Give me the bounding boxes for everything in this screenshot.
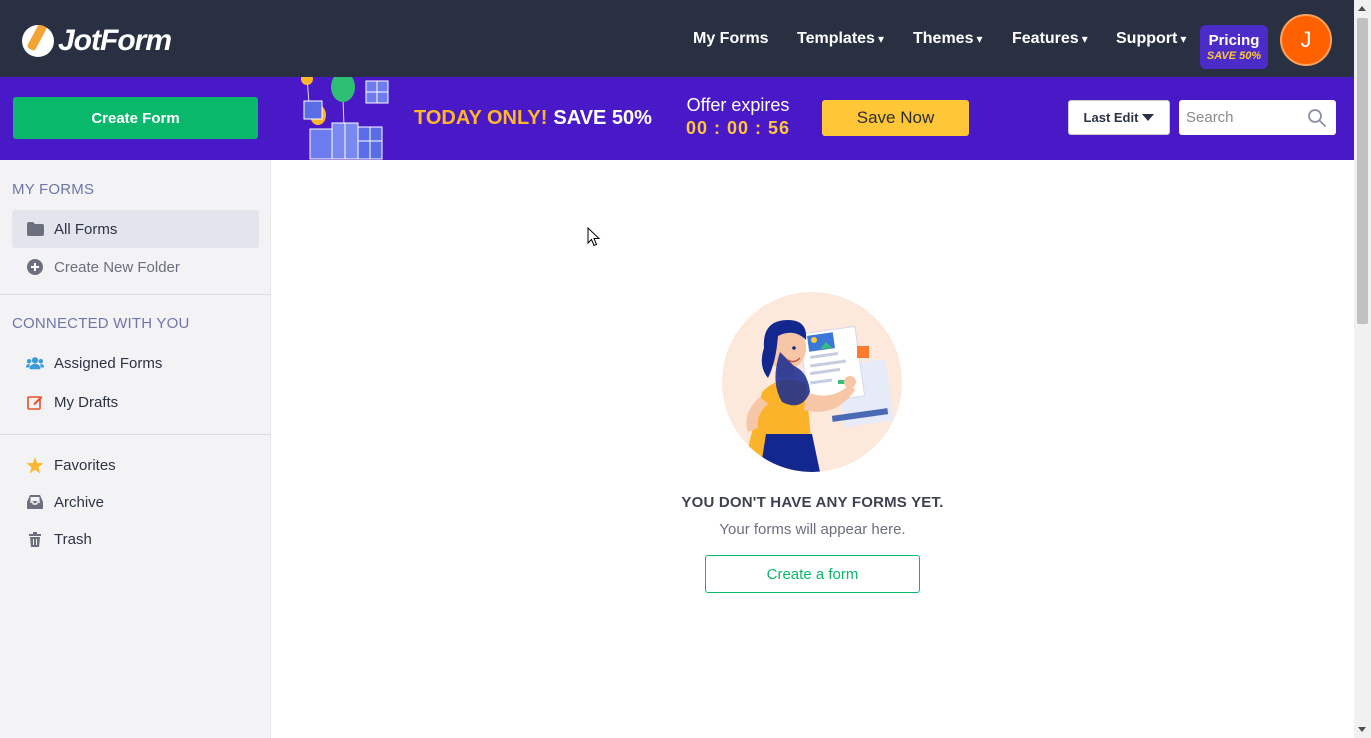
vertical-scrollbar[interactable] xyxy=(1354,0,1371,738)
star-icon xyxy=(26,456,44,474)
chevron-down-icon: ▾ xyxy=(1180,32,1187,46)
my-forms-heading: MY FORMS xyxy=(12,181,95,198)
nav-my-forms[interactable]: My Forms xyxy=(693,30,769,48)
promo-bar: Create Form TODAY ONLY! SAVE 50% Offer ex… xyxy=(0,77,1354,160)
sidebar-item-label: My Drafts xyxy=(54,393,119,411)
sidebar-item-all-forms[interactable]: All Forms xyxy=(12,210,259,248)
chevron-down-icon: ▾ xyxy=(1081,32,1088,46)
sidebar-item-archive[interactable]: Archive xyxy=(12,483,259,521)
jotform-logo[interactable]: JotForm xyxy=(22,24,172,58)
pricing-label: Pricing xyxy=(1208,32,1260,49)
nav-themes[interactable]: Themes ▾ xyxy=(913,30,983,48)
nav-support-label: Support xyxy=(1116,30,1178,47)
sidebar-divider xyxy=(0,434,271,435)
brand-name: JotForm xyxy=(58,24,172,57)
sidebar-item-trash[interactable]: Trash xyxy=(12,520,259,558)
scrollbar-thumb[interactable] xyxy=(1357,18,1368,324)
jotform-logo-icon xyxy=(22,25,54,57)
pricing-button[interactable]: Pricing SAVE 50% xyxy=(1200,25,1268,69)
gifts-balloons-illustration xyxy=(301,77,389,160)
search-box xyxy=(1179,100,1336,135)
nav-features[interactable]: Features ▾ xyxy=(1012,30,1088,48)
offer-expires-label: Offer expires xyxy=(686,95,790,115)
save-now-button[interactable]: Save Now xyxy=(822,100,969,136)
sidebar-item-label: All Forms xyxy=(54,220,118,238)
connected-heading: CONNECTED WITH YOU xyxy=(12,315,190,332)
countdown-timer: 00 : 00 : 56 xyxy=(685,118,791,138)
plus-circle-icon xyxy=(26,258,44,276)
today-only-text: TODAY ONLY! xyxy=(414,107,548,129)
mouse-cursor-icon xyxy=(587,227,601,247)
scroll-up-arrow-icon[interactable] xyxy=(1358,6,1366,11)
sidebar-item-label: Favorites xyxy=(54,456,116,474)
nav-themes-label: Themes xyxy=(913,30,974,47)
search-icon[interactable] xyxy=(1307,108,1327,128)
offer-countdown: Offer expires 00 : 00 : 56 xyxy=(672,95,804,139)
empty-state-title: YOU DON'T HAVE ANY FORMS YET. xyxy=(681,494,944,511)
sort-dropdown[interactable]: Last Edit xyxy=(1068,100,1170,135)
nav-my-forms-label: My Forms xyxy=(693,30,769,47)
sort-label: Last Edit xyxy=(1083,110,1139,125)
sidebar-item-create-folder[interactable]: Create New Folder xyxy=(12,248,259,286)
user-avatar[interactable]: J xyxy=(1280,14,1332,66)
sidebar-item-label: Archive xyxy=(54,493,105,511)
users-icon xyxy=(26,354,44,372)
folder-icon xyxy=(26,220,44,238)
edit-icon xyxy=(26,393,44,411)
nav-templates[interactable]: Templates ▾ xyxy=(797,30,884,48)
save-percent-text: SAVE 50% xyxy=(553,107,652,129)
sidebar-item-my-drafts[interactable]: My Drafts xyxy=(12,383,259,421)
sidebar-divider xyxy=(0,294,271,295)
scroll-down-arrow-icon[interactable] xyxy=(1358,727,1366,732)
empty-state-subtitle: Your forms will appear here. xyxy=(719,521,906,538)
nav-templates-label: Templates xyxy=(797,30,875,47)
sidebar: MY FORMS All Forms Create New Folder CON… xyxy=(0,160,271,738)
sidebar-item-favorites[interactable]: Favorites xyxy=(12,446,259,484)
nav-support[interactable]: Support ▾ xyxy=(1116,30,1186,48)
sidebar-item-label: Assigned Forms xyxy=(54,354,163,372)
search-input[interactable] xyxy=(1179,100,1304,135)
pricing-save-badge: SAVE 50% xyxy=(1206,50,1262,62)
inbox-icon xyxy=(26,493,44,511)
sidebar-item-label: Create New Folder xyxy=(54,258,180,276)
chevron-down-icon: ▾ xyxy=(976,32,983,46)
chevron-down-icon: ▾ xyxy=(877,32,884,46)
create-form-button[interactable]: Create Form xyxy=(13,97,258,139)
trash-icon xyxy=(26,530,44,548)
top-navigation: JotForm My Forms Templates ▾ Themes ▾ Feat… xyxy=(0,0,1354,77)
promo-headline: TODAY ONLY! SAVE 50% xyxy=(414,107,652,130)
sidebar-item-assigned-forms[interactable]: Assigned Forms xyxy=(12,344,259,382)
nav-features-label: Features xyxy=(1012,30,1079,47)
create-a-form-button[interactable]: Create a form xyxy=(705,555,920,593)
empty-forms-illustration xyxy=(722,292,902,472)
caret-down-icon xyxy=(1142,114,1155,121)
sidebar-item-label: Trash xyxy=(54,530,92,548)
